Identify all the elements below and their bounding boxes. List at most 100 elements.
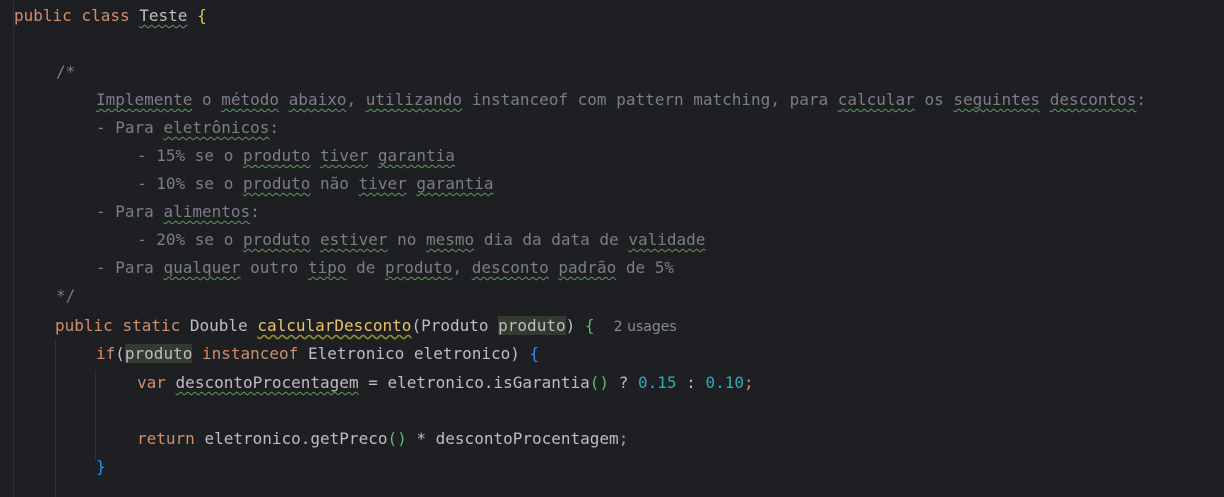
- paren-open: (: [115, 344, 125, 363]
- comment-word: estiver: [320, 230, 388, 249]
- comment-close-token: */: [56, 286, 76, 305]
- comment-word: descontos: [1049, 90, 1137, 109]
- comment-line: - Para eletrônicos:: [96, 114, 279, 142]
- keyword-return: return: [137, 429, 195, 448]
- comment-word: garantia: [416, 174, 494, 193]
- paren-close: ): [565, 316, 576, 335]
- comment-text: :: [269, 118, 280, 137]
- indent-guide: [55, 340, 56, 497]
- param-type[interactable]: Produto: [421, 316, 488, 335]
- comment-text: :: [250, 202, 260, 221]
- local-variable[interactable]: descontoProcentagem: [176, 373, 359, 392]
- comment-text: [549, 258, 559, 277]
- comment-text: [407, 174, 417, 193]
- comment-word: garantia: [377, 146, 455, 165]
- brace-open: {: [529, 344, 540, 363]
- comment-text: ,: [346, 90, 366, 109]
- code-line-if[interactable]: if(produto instanceof Eletronico eletron…: [96, 340, 539, 368]
- comment-text: de 5%: [616, 258, 674, 277]
- comment-open: /*: [56, 58, 75, 86]
- keyword-class: class: [81, 6, 130, 25]
- brace-open: {: [197, 6, 207, 25]
- comment-line: - Para qualquer outro tipo de produto, d…: [96, 254, 674, 282]
- comment-word: calcular: [837, 90, 915, 109]
- method-call[interactable]: eletronico.isGarantia: [388, 373, 590, 392]
- code-editor[interactable]: public class Teste { /* Implemente o mét…: [0, 0, 1224, 497]
- brace-open: {: [584, 316, 595, 335]
- operator-multiply: *: [416, 429, 427, 448]
- code-line-close-brace[interactable]: }: [96, 453, 106, 481]
- comment-text: :: [1136, 90, 1147, 109]
- comment-word: Implemente: [96, 90, 193, 109]
- paren-close: ): [510, 344, 520, 363]
- comment-text: [1040, 90, 1050, 109]
- keyword-if: if: [96, 344, 116, 363]
- number-literal: 0.15: [637, 373, 677, 392]
- comment-close: */: [56, 282, 75, 310]
- local-variable[interactable]: descontoProcentagem: [436, 429, 619, 448]
- indent-guide: [95, 370, 96, 461]
- keyword-var: var: [137, 373, 166, 392]
- comment-word: mesmo: [426, 230, 475, 249]
- keyword-public: public: [55, 316, 113, 335]
- indent-guide: [13, 0, 14, 497]
- comment-word: alimentos: [163, 202, 251, 221]
- keyword-static: static: [122, 316, 181, 335]
- semicolon: ;: [618, 429, 629, 448]
- operator-colon: :: [686, 373, 696, 392]
- comment-text: dia da data de: [474, 230, 629, 249]
- comment-text: ,: [452, 258, 472, 277]
- comment-word: seguintes: [953, 90, 1041, 109]
- comment-line: Implemente o método abaixo, utilizando i…: [96, 86, 1146, 114]
- comment-word: utilizando: [365, 90, 463, 109]
- comment-text: - Para: [96, 202, 164, 221]
- comment-word: produto: [385, 258, 453, 277]
- comment-word: qualquer: [163, 258, 241, 277]
- code-line-return[interactable]: return eletronico.getPreco() * descontoP…: [137, 425, 628, 453]
- call-parens: (): [589, 373, 610, 392]
- brace-close: }: [96, 457, 106, 476]
- comment-text: o: [192, 90, 222, 109]
- operator-assign: =: [368, 373, 378, 392]
- comment-word: produto: [242, 230, 311, 249]
- variable-produto[interactable]: produto: [124, 344, 193, 363]
- comment-word: abaixo: [288, 90, 347, 109]
- comment-line: - 10% se o produto não tiver garantia: [137, 170, 493, 198]
- method-call[interactable]: eletronico.getPreco: [204, 429, 387, 448]
- comment-word: desconto: [471, 258, 549, 277]
- code-line-var[interactable]: var descontoProcentagem = eletronico.isG…: [137, 369, 754, 397]
- return-type[interactable]: Double: [190, 316, 248, 335]
- comment-text: de: [346, 258, 385, 277]
- comment-word: tiver: [320, 146, 369, 165]
- comment-word: padrão: [558, 258, 617, 277]
- comment-text: os: [914, 90, 954, 109]
- comment-text: [279, 90, 289, 109]
- comment-text: não: [310, 174, 359, 193]
- comment-word: tipo: [307, 258, 347, 277]
- method-name[interactable]: calcularDesconto: [257, 316, 411, 335]
- comment-word: produto: [242, 174, 311, 193]
- pattern-variable[interactable]: eletronico: [414, 344, 510, 363]
- comment-text: [368, 146, 378, 165]
- comment-text: - Para: [96, 258, 164, 277]
- class-name[interactable]: Teste: [139, 6, 187, 25]
- comment-word: validade: [628, 230, 706, 249]
- code-line-method-declaration[interactable]: public static Double calcularDesconto(Pr…: [55, 312, 677, 340]
- comment-text: - 10% se o: [137, 174, 243, 193]
- number-literal: 0.10: [705, 373, 744, 392]
- param-name[interactable]: produto: [498, 316, 566, 335]
- keyword-instanceof: instanceof: [201, 344, 299, 363]
- keyword-public: public: [14, 6, 72, 25]
- comment-line: - 20% se o produto estiver no mesmo dia …: [137, 226, 705, 254]
- code-line-class-declaration[interactable]: public class Teste {: [14, 2, 207, 30]
- usages-hint[interactable]: 2 usages: [614, 319, 677, 335]
- class-reference[interactable]: Eletronico: [308, 344, 404, 363]
- comment-text: instanceof com pattern matching, para: [462, 90, 838, 109]
- comment-word: método: [221, 90, 280, 109]
- comment-word: eletrônicos: [163, 118, 270, 137]
- call-parens: (): [387, 429, 407, 448]
- comment-word: tiver: [358, 174, 407, 193]
- comment-text: no: [387, 230, 427, 249]
- comment-text: [310, 146, 320, 165]
- comment-text: - Para: [96, 118, 164, 137]
